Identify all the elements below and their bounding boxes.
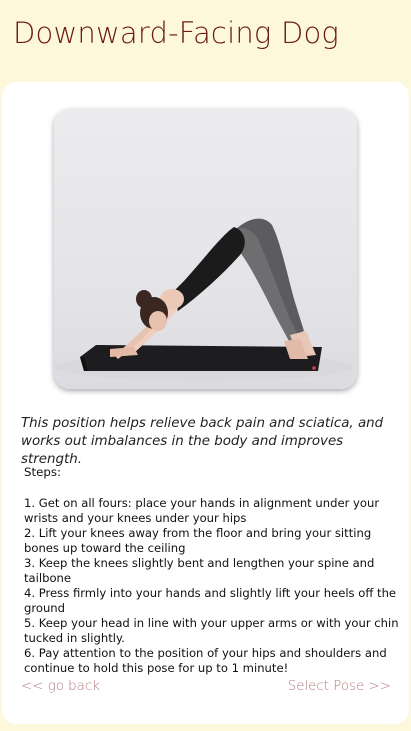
pose-photo (54, 109, 357, 389)
step-item: 1. Get on all fours: place your hands in… (24, 496, 380, 525)
steps-list: 1. Get on all fours: place your hands in… (24, 496, 400, 676)
step-item: 3. Keep the knees slightly bent and leng… (24, 556, 375, 585)
header: Downward-Facing Dog (0, 0, 411, 80)
yoga-pose-illustration (54, 218, 354, 381)
step-item: 2. Lift your knees away from the floor a… (24, 526, 372, 555)
go-back-link[interactable]: << go back (21, 679, 100, 694)
page-title: Downward-Facing Dog (13, 16, 340, 50)
steps-heading: Steps: (24, 465, 61, 479)
step-item: 4. Press firmly into your hands and slig… (24, 586, 397, 615)
step-item: 6. Pay attention to the position of your… (24, 646, 387, 675)
step-item: 5. Keep your head in line with your uppe… (24, 616, 399, 645)
pose-description: This position helps relieve back pain an… (21, 416, 384, 467)
select-pose-link[interactable]: Select Pose >> (288, 679, 391, 694)
